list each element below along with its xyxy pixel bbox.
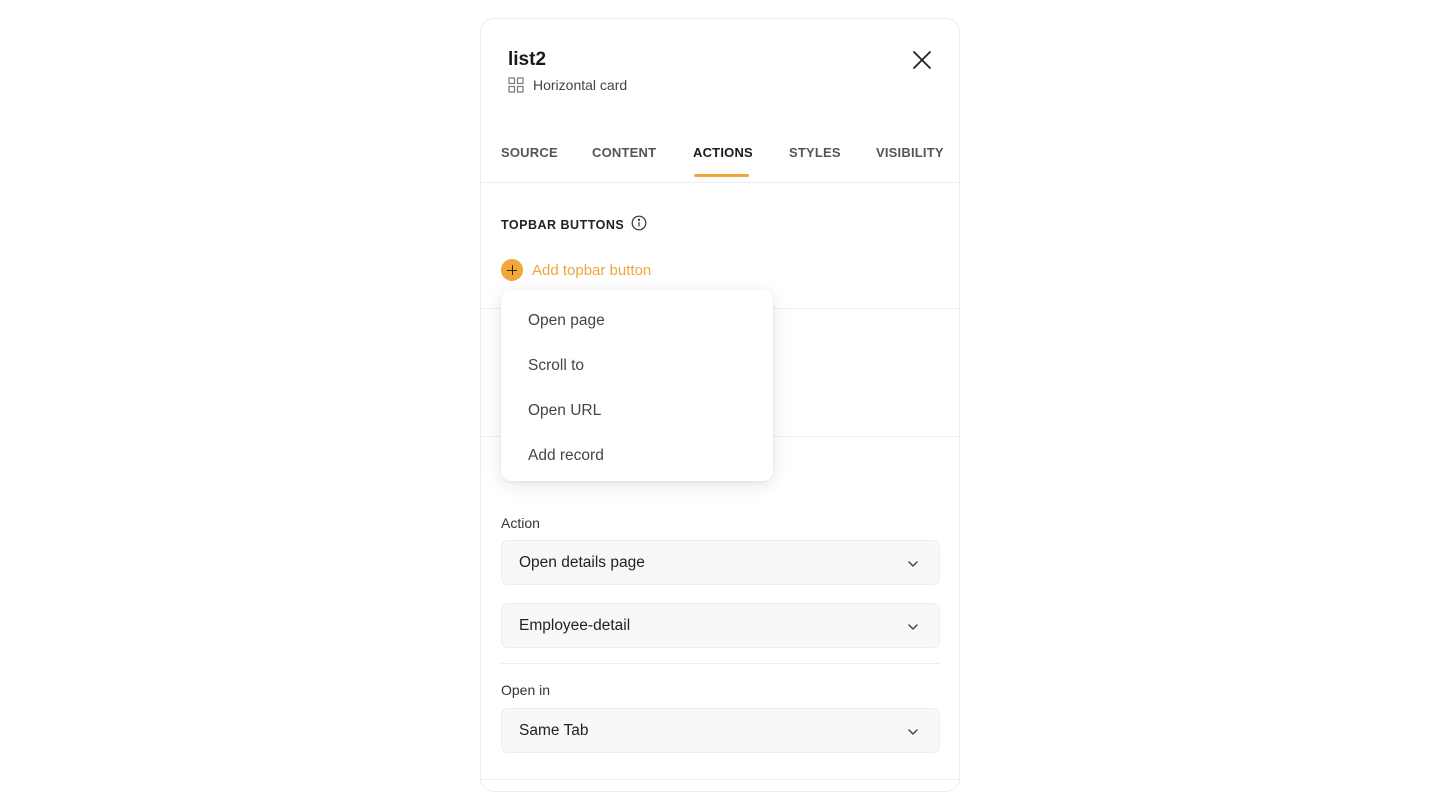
- panel-title: list2: [508, 49, 547, 70]
- chevron-down-icon: [907, 557, 919, 569]
- open-in-label: Open in: [501, 682, 551, 698]
- tab-visibility[interactable]: VISIBILITY: [876, 145, 944, 160]
- plus-icon: [501, 259, 523, 281]
- chevron-down-icon: [907, 725, 919, 737]
- add-button-dropdown-menu: Open page Scroll to Open URL Add record: [501, 290, 773, 481]
- add-topbar-label: Add topbar button: [532, 261, 652, 279]
- action-select[interactable]: Open details page: [501, 540, 940, 585]
- subtitle-label: Horizontal card: [533, 77, 628, 93]
- menu-item-open-url[interactable]: Open URL: [528, 402, 601, 420]
- close-icon[interactable]: [911, 49, 933, 71]
- info-icon[interactable]: [631, 215, 647, 234]
- open-in-value: Same Tab: [519, 722, 589, 739]
- topbar-buttons-heading: TOPBAR BUTTONS: [501, 215, 647, 234]
- open-in-select[interactable]: Same Tab: [501, 708, 940, 753]
- menu-item-add-record[interactable]: Add record: [528, 447, 604, 465]
- panel-header: list2 Horizontal card: [481, 19, 959, 129]
- details-page-select[interactable]: Employee-detail: [501, 603, 940, 648]
- divider: [481, 779, 959, 780]
- active-tab-indicator: [694, 174, 749, 177]
- tab-source[interactable]: SOURCE: [501, 145, 558, 160]
- action-label: Action: [501, 515, 540, 531]
- add-topbar-button[interactable]: Add topbar button: [501, 259, 651, 281]
- tab-styles[interactable]: STYLES: [789, 145, 841, 160]
- menu-item-scroll-to[interactable]: Scroll to: [528, 357, 584, 375]
- grid-icon: [508, 77, 524, 93]
- divider: [501, 663, 940, 664]
- details-page-value: Employee-detail: [519, 617, 631, 634]
- menu-item-open-page[interactable]: Open page: [528, 312, 605, 330]
- tab-content[interactable]: CONTENT: [592, 145, 656, 160]
- tab-actions[interactable]: ACTIONS: [693, 145, 753, 160]
- panel-subtitle: Horizontal card: [508, 77, 627, 93]
- topbar-heading-label: TOPBAR BUTTONS: [501, 217, 625, 232]
- action-select-value: Open details page: [519, 554, 645, 571]
- chevron-down-icon: [907, 620, 919, 632]
